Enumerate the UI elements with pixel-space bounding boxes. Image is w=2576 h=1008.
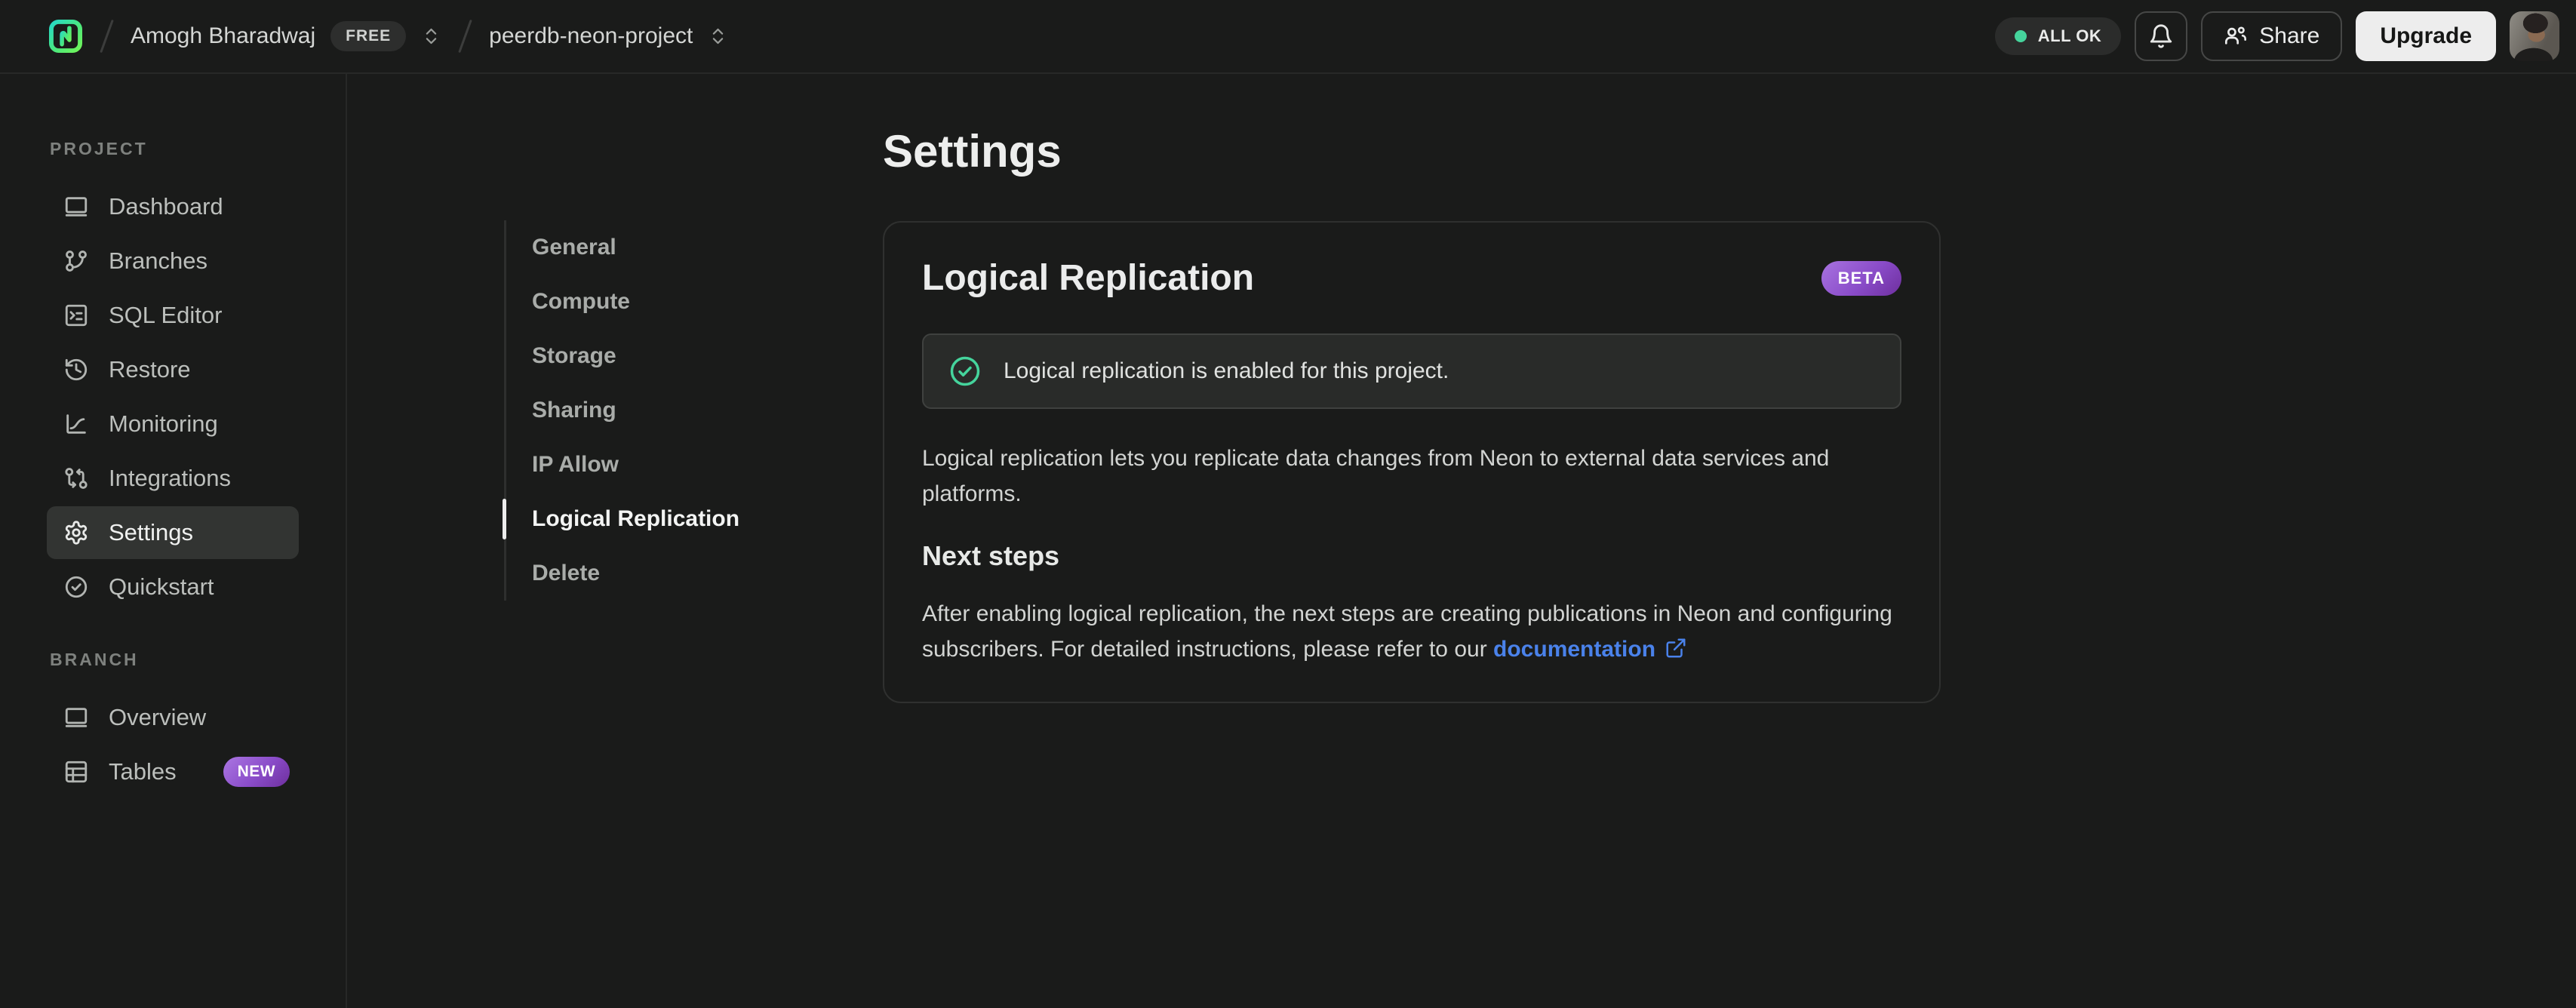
sidebar-item-restore[interactable]: Restore <box>47 343 299 396</box>
chevrons-up-down-icon <box>426 28 437 45</box>
user-avatar[interactable] <box>2510 11 2559 61</box>
branch-nav-list: Overview Tables NEW <box>0 691 346 798</box>
settings-subnav: General Compute Storage Sharing IP Allow… <box>502 220 739 601</box>
check-circle-icon <box>950 356 980 386</box>
sidebar-item-monitoring[interactable]: Monitoring <box>47 398 299 450</box>
gear-icon <box>63 520 89 545</box>
success-banner: Logical replication is enabled for this … <box>922 333 1901 409</box>
chevrons-up-down-icon <box>713 28 724 45</box>
sidebar-section-branch: BRANCH <box>50 650 139 669</box>
banner-text: Logical replication is enabled for this … <box>1004 358 1449 383</box>
settings-nav-delete[interactable]: Delete <box>506 546 739 601</box>
logical-replication-card: Logical Replication BETA Logical replica… <box>883 221 1941 703</box>
sidebar-section-project: PROJECT <box>50 139 148 158</box>
topbar: Amogh Bharadwaj FREE peerdb-neon-project… <box>0 0 2576 74</box>
topbar-actions: ALL OK Share Upgrade <box>1994 11 2559 61</box>
share-button[interactable]: Share <box>2201 11 2343 61</box>
breadcrumb-divider <box>458 19 472 54</box>
next-steps-title: Next steps <box>922 540 1060 571</box>
settings-nav-logical-replication[interactable]: Logical Replication <box>502 492 739 546</box>
sidebar-item-sql-editor[interactable]: SQL Editor <box>47 289 299 342</box>
card-title: Logical Replication <box>922 258 1255 298</box>
breadcrumb: Amogh Bharadwaj FREE peerdb-neon-project <box>48 19 728 54</box>
settings-nav-ip-allow[interactable]: IP Allow <box>506 438 739 492</box>
share-label: Share <box>2259 23 2320 48</box>
org-name: Amogh Bharadwaj <box>131 23 316 48</box>
breadcrumb-divider <box>100 19 114 54</box>
external-link-icon <box>1666 638 1686 658</box>
sidebar-item-branches[interactable]: Branches <box>47 235 299 287</box>
main-content: Settings Logical Replication BETA Logica… <box>883 74 1941 703</box>
sidebar-item-dashboard[interactable]: Dashboard <box>47 180 299 233</box>
status-dot-icon <box>2014 30 2027 42</box>
documentation-link[interactable]: documentation <box>1493 637 1655 662</box>
sidebar-item-overview[interactable]: Overview <box>47 691 299 744</box>
git-branch-icon <box>63 248 89 274</box>
neon-logo-icon[interactable] <box>48 19 83 54</box>
project-name: peerdb-neon-project <box>489 23 693 48</box>
sidebar-section-branch-wrap: BRANCH Overview Tables NEW <box>0 650 346 798</box>
new-badge: NEW <box>223 757 290 787</box>
dashboard-icon <box>63 194 89 220</box>
settings-nav-compute[interactable]: Compute <box>506 275 739 329</box>
sidebar-item-integrations[interactable]: Integrations <box>47 452 299 505</box>
project-selector[interactable]: peerdb-neon-project <box>489 23 728 49</box>
users-icon <box>2225 26 2247 45</box>
neon-console: Amogh Bharadwaj FREE peerdb-neon-project… <box>0 0 2576 1008</box>
beta-badge: BETA <box>1821 260 1901 296</box>
system-status-pill[interactable]: ALL OK <box>1994 17 2122 55</box>
sidebar: PROJECT Dashboard Branches SQL Editor Re… <box>0 74 347 1008</box>
settings-nav-storage[interactable]: Storage <box>506 329 739 383</box>
org-selector[interactable]: Amogh Bharadwaj FREE <box>131 21 441 51</box>
check-circle-icon <box>63 574 89 600</box>
next-steps-text: After enabling logical replication, the … <box>922 601 1892 662</box>
settings-nav-general[interactable]: General <box>506 220 739 275</box>
org-plan-badge: FREE <box>330 21 407 51</box>
sidebar-item-tables[interactable]: Tables NEW <box>47 745 299 798</box>
page-title: Settings <box>883 126 1062 177</box>
notifications-button[interactable] <box>2135 11 2188 61</box>
terminal-icon <box>63 303 89 328</box>
sidebar-item-quickstart[interactable]: Quickstart <box>47 561 299 613</box>
upgrade-button[interactable]: Upgrade <box>2356 11 2496 61</box>
description-text: Logical replication lets you replicate d… <box>922 446 1830 506</box>
table-icon <box>63 759 89 785</box>
status-label: ALL OK <box>2037 26 2102 45</box>
bell-icon <box>2150 24 2172 48</box>
git-compare-icon <box>63 466 89 491</box>
history-clock-icon <box>63 357 89 383</box>
card-header: Logical Replication BETA <box>922 257 1901 299</box>
window-icon <box>63 705 89 730</box>
settings-nav-sharing[interactable]: Sharing <box>506 383 739 438</box>
chart-curve-icon <box>63 411 89 437</box>
project-nav-list: Dashboard Branches SQL Editor Restore Mo… <box>0 180 346 613</box>
sidebar-item-settings[interactable]: Settings <box>47 506 299 559</box>
